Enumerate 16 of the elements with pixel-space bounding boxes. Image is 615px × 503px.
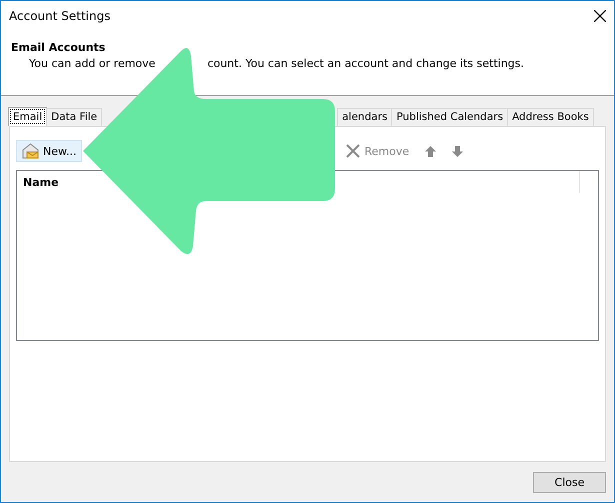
close-icon[interactable] [594, 10, 606, 22]
description-text: count. You can select an account and change its settings. [207, 57, 524, 70]
close-button[interactable]: Close [533, 472, 606, 492]
tab[interactable]: Email [8, 107, 48, 126]
description-text: You can add or remove [29, 57, 156, 70]
x-icon [346, 144, 360, 158]
down-arrow-icon [452, 146, 464, 156]
column-header[interactable]: Name [17, 176, 59, 188]
envelope-icon [22, 143, 39, 159]
up-arrow-icon [425, 146, 436, 156]
section-title: Email Accounts [11, 41, 106, 54]
tab[interactable]: alendars [337, 108, 392, 126]
tab[interactable]: Address Books [507, 108, 594, 126]
tab[interactable]: Data File [46, 108, 102, 126]
new-button[interactable]: New... [16, 140, 82, 162]
window-title: Account Settings [9, 9, 110, 23]
